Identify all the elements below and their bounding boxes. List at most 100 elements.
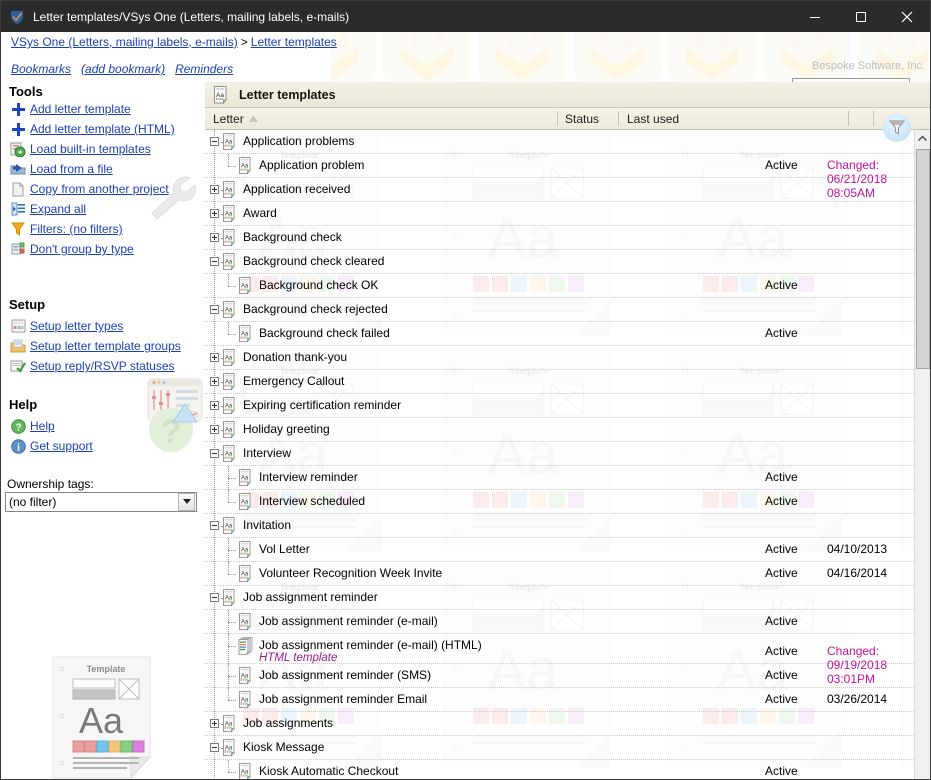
- tree-rows: Aa Application problems AaApplication prob…: [205, 130, 914, 780]
- template-name: Application problems: [243, 134, 354, 148]
- table-row[interactable]: AaJob assignment reminder (SMS)Active: [205, 664, 914, 688]
- table-row[interactable]: AaJob assignment reminder (e-mail)Active: [205, 610, 914, 634]
- expand-node-button[interactable]: [210, 425, 219, 434]
- collapse-node-button[interactable]: [210, 257, 219, 266]
- sidebar-item-label[interactable]: Load built-in templates: [30, 142, 151, 156]
- column-divider[interactable]: [848, 111, 849, 126]
- table-row[interactable]: Job assignment reminder (e-mail) (HTML)H…: [205, 634, 914, 664]
- column-header-last-used[interactable]: Last used: [627, 112, 679, 126]
- svg-text:Aa: Aa: [241, 283, 249, 289]
- vertical-scrollbar[interactable]: [914, 130, 930, 780]
- column-divider[interactable]: [873, 111, 874, 126]
- collapse-node-button[interactable]: [210, 137, 219, 146]
- template-name: Kiosk Automatic Checkout: [259, 764, 398, 778]
- sidebar-item-add-letter-template-html[interactable]: Add letter template (HTML): [1, 119, 175, 139]
- sidebar-item-setup-letter-template-groups[interactable]: Setup letter template groups: [1, 336, 181, 356]
- column-divider[interactable]: [557, 111, 558, 126]
- sidebar-item-add-letter-template[interactable]: Add letter template: [1, 99, 131, 119]
- sidebar-item-copy-from-another-project[interactable]: Copy from another project: [1, 179, 169, 199]
- ownership-tags-select[interactable]: (no filter): [5, 492, 197, 512]
- table-row[interactable]: AaBackground check OKActive: [205, 274, 914, 298]
- collapse-node-button[interactable]: [210, 743, 219, 752]
- table-row[interactable]: AaApplication problemActiveChanged: 06/2…: [205, 154, 914, 178]
- sidebar-item-load-from-a-file[interactable]: Load from a file: [1, 159, 113, 179]
- chevron-up-icon[interactable]: [915, 130, 930, 147]
- svg-text:Aa: Aa: [225, 139, 233, 145]
- table-row[interactable]: AaInvitation: [205, 514, 914, 538]
- table-row[interactable]: AaExpiring certification reminder: [205, 394, 914, 418]
- bookmarks-link[interactable]: Bookmarks: [11, 62, 71, 76]
- sidebar-item-label[interactable]: Setup reply/RSVP statuses: [30, 359, 175, 373]
- sidebar-item-filters[interactable]: Filters: (no filters): [1, 219, 123, 239]
- sidebar-item-label[interactable]: Filters: (no filters): [30, 222, 123, 236]
- expand-node-button[interactable]: [210, 353, 219, 362]
- letter-templates-tree[interactable]: Template Aa: [205, 130, 914, 780]
- table-row[interactable]: AaJob assignment reminder: [205, 586, 914, 610]
- sidebar-item-label[interactable]: Load from a file: [30, 162, 113, 176]
- sidebar-item-dont-group-by-type[interactable]: Don't group by type: [1, 239, 134, 259]
- collapse-node-button[interactable]: [210, 305, 219, 314]
- expand-node-button[interactable]: [210, 719, 219, 728]
- table-row[interactable]: AaJob assignments: [205, 712, 914, 736]
- minimize-button[interactable]: [792, 1, 838, 32]
- table-row[interactable]: AaBackground check failedActive: [205, 322, 914, 346]
- sidebar-item-help[interactable]: ? Help: [1, 416, 55, 436]
- table-row[interactable]: AaInterview: [205, 442, 914, 466]
- table-row[interactable]: AaJob assignment reminder EmailActive03/…: [205, 688, 914, 712]
- filter-button[interactable]: [883, 114, 911, 142]
- table-row[interactable]: AaInterview scheduledActive: [205, 490, 914, 514]
- expand-node-button[interactable]: [210, 185, 219, 194]
- table-row[interactable]: AaAward: [205, 202, 914, 226]
- sidebar-item-label[interactable]: Get support: [30, 439, 93, 453]
- table-row[interactable]: Aa Application problems: [205, 130, 914, 154]
- column-header-status[interactable]: Status: [565, 112, 599, 126]
- sidebar-item-label[interactable]: Setup letter template groups: [30, 339, 181, 353]
- collapse-node-button[interactable]: [210, 593, 219, 602]
- table-row[interactable]: AaKiosk Message: [205, 736, 914, 760]
- table-row[interactable]: AaBackground check cleared: [205, 250, 914, 274]
- expand-node-button[interactable]: [210, 377, 219, 386]
- add-bookmark-link[interactable]: (add bookmark): [81, 62, 165, 76]
- breadcrumb-current-link[interactable]: Letter templates: [251, 35, 337, 49]
- expand-node-button[interactable]: [210, 233, 219, 242]
- table-row[interactable]: AaInterview reminderActive: [205, 466, 914, 490]
- table-row[interactable]: AaDonation thank-you: [205, 346, 914, 370]
- svg-text:Aa: Aa: [241, 697, 249, 703]
- expand-node-button[interactable]: [210, 401, 219, 410]
- sidebar-item-expand-all[interactable]: Expand all: [1, 199, 86, 219]
- sidebar-item-setup-letter-types[interactable]: Setup letter types: [1, 316, 123, 336]
- tree-connector: [228, 610, 229, 634]
- sidebar-item-label[interactable]: Setup letter types: [30, 319, 123, 333]
- letter-template-icon: Aa: [238, 157, 254, 175]
- breadcrumb-root-link[interactable]: VSys One (Letters, mailing labels, e-mai…: [11, 35, 238, 49]
- table-row[interactable]: AaKiosk Automatic CheckoutActive: [205, 760, 914, 780]
- sidebar-item-label[interactable]: Add letter template (HTML): [30, 122, 175, 136]
- table-row[interactable]: AaApplication received: [205, 178, 914, 202]
- table-row[interactable]: AaVolunteer Recognition Week InviteActiv…: [205, 562, 914, 586]
- collapse-node-button[interactable]: [210, 521, 219, 530]
- collapse-node-button[interactable]: [210, 449, 219, 458]
- sidebar-item-label[interactable]: Don't group by type: [30, 242, 134, 256]
- sidebar-item-label[interactable]: Add letter template: [30, 102, 131, 116]
- sidebar-item-label[interactable]: Copy from another project: [30, 182, 169, 196]
- table-row[interactable]: AaEmergency Callout: [205, 370, 914, 394]
- sidebar-item-setup-reply-rsvp-statuses[interactable]: Setup reply/RSVP statuses: [1, 356, 175, 376]
- column-header-letter[interactable]: Letter: [213, 112, 244, 126]
- close-button[interactable]: [884, 1, 930, 32]
- sidebar-item-label[interactable]: Expand all: [30, 202, 86, 216]
- sidebar-item-load-builtin-templates[interactable]: Load built-in templates: [1, 139, 151, 159]
- sidebar-item-label[interactable]: Help: [30, 419, 55, 433]
- maximize-button[interactable]: [838, 1, 884, 32]
- expand-node-button[interactable]: [210, 209, 219, 218]
- table-row[interactable]: AaHoliday greeting: [205, 418, 914, 442]
- table-row[interactable]: AaVol LetterActive04/10/2013: [205, 538, 914, 562]
- chevron-down-icon[interactable]: [178, 493, 195, 511]
- column-divider[interactable]: [618, 111, 619, 126]
- plus-icon: [9, 101, 27, 117]
- table-row[interactable]: AaBackground check: [205, 226, 914, 250]
- sidebar-item-get-support[interactable]: i Get support: [1, 436, 93, 456]
- reminders-link[interactable]: Reminders: [175, 62, 233, 76]
- letter-types-icon: [9, 318, 27, 334]
- table-row[interactable]: AaBackground check rejected: [205, 298, 914, 322]
- scrollbar-thumb[interactable]: [916, 149, 930, 369]
